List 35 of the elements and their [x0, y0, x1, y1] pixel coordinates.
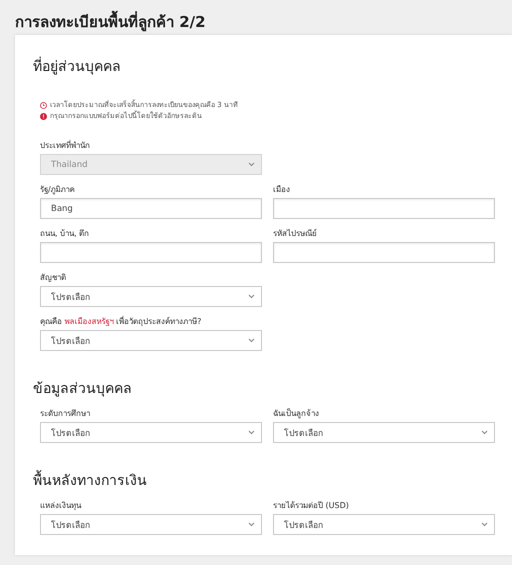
field-label: คุณคือ พลเมืองสหรัฐฯ เพื่อวัตถุประสงค์ทางภาษี?	[40, 316, 202, 327]
clock-icon	[40, 102, 47, 108]
text-input-field[interactable]	[273, 242, 495, 263]
select-dropdown[interactable]: โปรดเลือก	[40, 514, 262, 535]
field-label: รัฐ/ภูมิภาค	[40, 184, 76, 195]
text-input-field[interactable]	[40, 242, 262, 263]
chevron-down-icon	[248, 522, 255, 527]
chevron-down-icon	[248, 162, 255, 167]
section-heading: ที่อยู่ส่วนบุคคล	[33, 55, 512, 77]
alert-icon	[40, 112, 47, 120]
text-input-field[interactable]	[273, 198, 495, 219]
select-dropdown[interactable]: โปรดเลือก	[40, 422, 262, 443]
select-dropdown[interactable]: โปรดเลือก	[273, 422, 495, 443]
field-label: ฉันเป็นลูกจ้าง	[273, 408, 320, 419]
page-title: การลงทะเบียนพื้นที่ลูกค้า 2/2	[0, 0, 512, 35]
field-label: ถนน, บ้าน, ตึก	[40, 228, 90, 239]
field-label: ประเทศที่พำนัก	[40, 140, 91, 151]
field-label: สัญชาติ	[40, 272, 67, 283]
text-input-field[interactable]: Bang	[40, 198, 262, 219]
chevron-down-icon	[248, 430, 255, 435]
us-citizen-link[interactable]: พลเมืองสหรัฐฯ	[64, 317, 114, 326]
select-dropdown[interactable]: โปรดเลือก	[40, 330, 262, 351]
field-label: รายได้รวมต่อปี (USD)	[273, 500, 350, 511]
chevron-down-icon	[481, 522, 488, 527]
select-dropdown[interactable]: โปรดเลือก	[273, 514, 495, 535]
field-label: เมือง	[273, 184, 291, 195]
section-heading: พื้นหลังทางการเงิน	[33, 469, 512, 491]
field-label: รหัสไปรษณีย์	[273, 228, 318, 239]
section-heading: ข้อมูลส่วนบุคคล	[33, 380, 133, 399]
chevron-down-icon	[248, 294, 255, 299]
field-label: แหล่งเงินทุน	[40, 500, 82, 511]
chevron-down-icon	[248, 338, 255, 343]
field-label: ระดับการศึกษา	[40, 408, 91, 419]
select-dropdown[interactable]: โปรดเลือก	[40, 286, 262, 307]
chevron-down-icon	[481, 430, 488, 435]
